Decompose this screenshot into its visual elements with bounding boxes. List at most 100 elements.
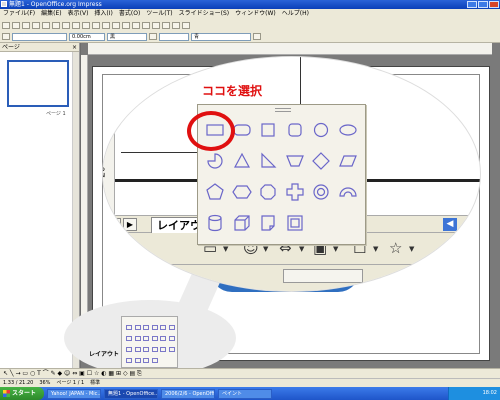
square-rounded-icon[interactable] xyxy=(285,120,305,140)
table-icon[interactable] xyxy=(142,22,150,29)
open-icon[interactable] xyxy=(12,22,20,29)
square-icon[interactable] xyxy=(258,120,278,140)
chevron-down-icon[interactable]: ▼ xyxy=(263,245,268,253)
edit-file-icon[interactable] xyxy=(42,22,50,29)
cross-icon[interactable] xyxy=(285,182,305,202)
circle-pie-icon[interactable] xyxy=(205,151,225,171)
star-icon[interactable]: ☆ xyxy=(389,239,402,257)
chevron-down-icon[interactable]: ▼ xyxy=(333,245,338,253)
scroll-left-button[interactable]: ◀ xyxy=(443,218,457,231)
line-style-select[interactable] xyxy=(12,32,67,41)
folded-corner-icon[interactable] xyxy=(258,213,278,233)
area-icon[interactable] xyxy=(149,33,157,40)
save-icon[interactable] xyxy=(22,22,30,29)
taskbar: スタート Yahoo! JAPAN - Mic... 無題1 - OpenOff… xyxy=(0,387,500,400)
can-icon[interactable] xyxy=(205,213,225,233)
menu-slideshow[interactable]: スライドショー(S) xyxy=(179,9,230,19)
menu-insert[interactable]: 挿入(I) xyxy=(94,9,112,19)
select-icon[interactable]: ↖ ╲ → ▭ ○ T ⌒ ✎ ◆ ☺ ⇔ ▣ ☐ ☆ ◐ ▦ ⊞ ◇ ▤ ⎘ xyxy=(3,370,142,377)
mini-shape-icon xyxy=(143,347,149,352)
trapezoid-icon[interactable] xyxy=(285,151,305,171)
pentagon-icon[interactable] xyxy=(205,182,225,202)
mini-tab-layout: レイアウト xyxy=(89,351,120,358)
mini-shape-icon xyxy=(134,325,141,330)
help-icon[interactable] xyxy=(182,22,190,29)
mini-shape-icon xyxy=(151,347,158,352)
mini-shape-icon xyxy=(160,347,166,352)
start-button[interactable]: スタート xyxy=(0,387,44,400)
block-arc-icon[interactable] xyxy=(338,182,358,202)
spellcheck-icon[interactable] xyxy=(72,22,80,29)
taskbar-item-impress[interactable]: 無題1 - OpenOffice... xyxy=(104,388,158,399)
circle-icon[interactable] xyxy=(311,120,331,140)
hexagon-icon[interactable] xyxy=(231,182,252,202)
chevron-down-icon[interactable]: ▼ xyxy=(299,245,304,253)
mini-shape-icon xyxy=(134,358,141,363)
horizontal-ruler xyxy=(88,43,492,55)
zoom-icon[interactable] xyxy=(172,22,180,29)
email-icon[interactable] xyxy=(32,22,40,29)
new-icon[interactable] xyxy=(2,22,10,29)
navigator-icon[interactable] xyxy=(152,22,160,29)
toolbar-grip[interactable] xyxy=(275,108,291,112)
isosceles-triangle-icon[interactable] xyxy=(232,151,252,171)
chevron-down-icon[interactable]: ▼ xyxy=(373,245,378,253)
right-triangle-icon[interactable] xyxy=(258,151,278,171)
mini-shape-icon xyxy=(134,347,141,352)
diamond-icon[interactable] xyxy=(311,151,331,171)
menu-window[interactable]: ウィンドウ(W) xyxy=(235,9,276,19)
clock: 18:02 xyxy=(482,390,497,396)
app-icon xyxy=(1,1,7,7)
pdf-icon[interactable] xyxy=(52,22,60,29)
menu-file[interactable]: ファイル(F) xyxy=(3,9,35,19)
chevron-down-icon[interactable]: ▼ xyxy=(223,245,228,253)
cube-icon[interactable] xyxy=(232,213,252,233)
parallelogram-icon[interactable] xyxy=(338,151,358,171)
paste-icon[interactable] xyxy=(102,22,110,29)
line-color-select[interactable]: 黒 xyxy=(107,32,147,41)
minimize-button[interactable] xyxy=(467,1,477,8)
taskbar-item-paint[interactable]: ペイント xyxy=(218,388,272,399)
mini-shape-icon xyxy=(134,336,141,341)
close-window-button[interactable] xyxy=(489,1,499,8)
taskbar-item-writer[interactable]: 2006/2/6 - OpenOffice... xyxy=(161,388,215,399)
status-field xyxy=(283,269,363,283)
highlight-circle xyxy=(187,111,235,151)
area-style-select[interactable] xyxy=(159,32,189,41)
mini-shape-icon xyxy=(151,358,158,363)
taskbar-item-browser[interactable]: Yahoo! JAPAN - Mic... xyxy=(47,388,101,399)
line-width-field[interactable]: 0.00cm xyxy=(69,32,105,41)
toolbar-row-standard xyxy=(2,20,498,31)
frame-icon[interactable] xyxy=(285,213,305,233)
menu-view[interactable]: 表示(V) xyxy=(68,9,89,19)
line-arrow-icon[interactable]: → xyxy=(125,239,138,257)
slide-thumbnail[interactable] xyxy=(7,60,69,107)
close-icon[interactable]: × xyxy=(72,44,77,51)
area-fill-select[interactable]: 青 xyxy=(191,32,251,41)
line-style-icon[interactable] xyxy=(2,33,10,40)
menu-edit[interactable]: 編集(E) xyxy=(41,9,61,19)
status-position: 1.33 / 21.20 xyxy=(3,380,34,386)
print-icon[interactable] xyxy=(62,22,70,29)
cut-icon[interactable] xyxy=(82,22,90,29)
windows-logo-icon xyxy=(3,390,10,397)
zoomed-status-area xyxy=(103,265,480,291)
tab-next-button[interactable]: ▶ xyxy=(123,218,137,231)
chart-icon[interactable] xyxy=(132,22,140,29)
redo-icon[interactable] xyxy=(122,22,130,29)
ring-icon[interactable] xyxy=(311,182,331,202)
octagon-icon[interactable] xyxy=(258,182,278,202)
menu-format[interactable]: 書式(O) xyxy=(119,9,140,19)
tab-prev-button[interactable]: ◀ xyxy=(107,218,121,231)
toolbar-row-line-fill: 0.00cm 黒 青 xyxy=(2,31,498,42)
gallery-icon[interactable] xyxy=(162,22,170,29)
maximize-button[interactable] xyxy=(478,1,488,8)
shadow-icon[interactable] xyxy=(253,33,261,40)
mini-shape-icon xyxy=(143,358,149,363)
menu-tools[interactable]: ツール(T) xyxy=(146,9,172,19)
copy-icon[interactable] xyxy=(92,22,100,29)
undo-icon[interactable] xyxy=(112,22,120,29)
menu-help[interactable]: ヘルプ(H) xyxy=(282,9,309,19)
chevron-down-icon[interactable]: ▼ xyxy=(409,245,414,253)
ellipse-icon[interactable] xyxy=(338,120,358,140)
